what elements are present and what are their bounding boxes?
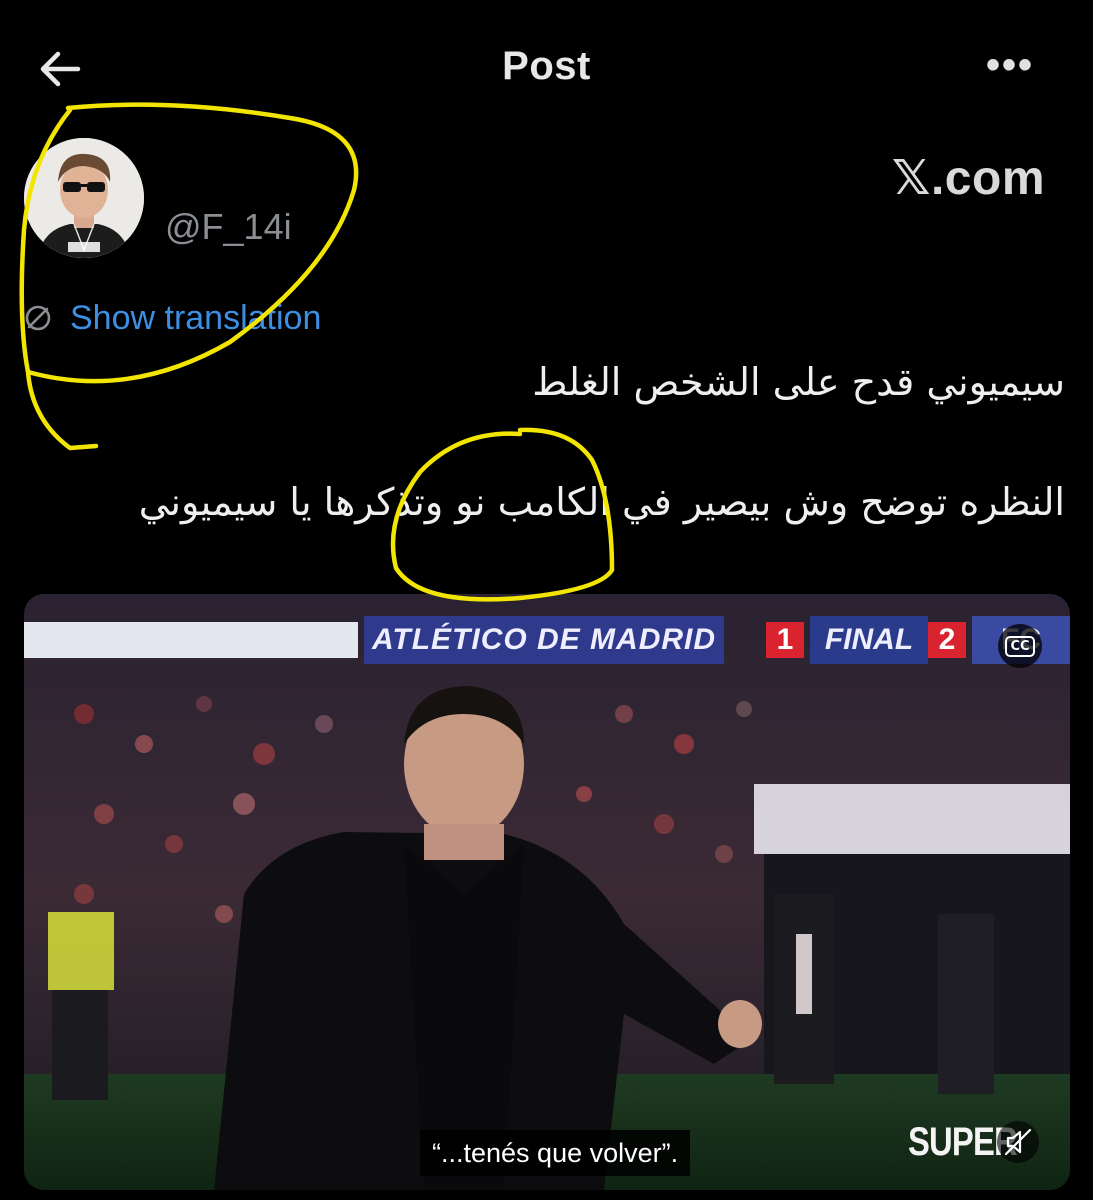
author-handle[interactable]: @F_14i [165, 206, 292, 248]
show-translation-link[interactable]: Show translation [20, 296, 321, 340]
scoreboard-team: ATLÉTICO DE MADRID [364, 616, 724, 664]
top-bar: Post ••• [0, 0, 1093, 140]
mute-icon[interactable] [996, 1120, 1040, 1164]
page-title: Post [502, 44, 591, 88]
cc-icon: CC [1005, 635, 1035, 657]
post-text-line-2: النظره توضح وش بيصير في الكامب نو وتذكره… [138, 480, 1065, 524]
post-text-line-1: سيميوني قدح على الشخص الغلط [532, 360, 1065, 404]
show-translation-label: Show translation [70, 298, 322, 337]
watermark-logo: 𝕏.com [891, 152, 1045, 205]
scoreboard-away-score: 2 [928, 622, 966, 658]
captions-button[interactable]: CC [998, 624, 1042, 668]
scoreboard-home-score: 1 [766, 622, 804, 658]
user-avatar[interactable] [24, 138, 144, 258]
video-frame [24, 594, 1070, 1190]
scoreboard-banner [24, 622, 358, 658]
globe-icon [25, 305, 51, 331]
ellipsis-icon[interactable]: ••• [986, 45, 1034, 85]
video-subtitle: “...tenés que volver”. [420, 1130, 691, 1176]
scoreboard: ATLÉTICO DE MADRID 1 FINAL 2 FC [24, 616, 1070, 664]
scoreboard-period: FINAL [810, 616, 928, 664]
video-player[interactable]: ATLÉTICO DE MADRID 1 FINAL 2 FC CC “...t… [24, 594, 1070, 1190]
